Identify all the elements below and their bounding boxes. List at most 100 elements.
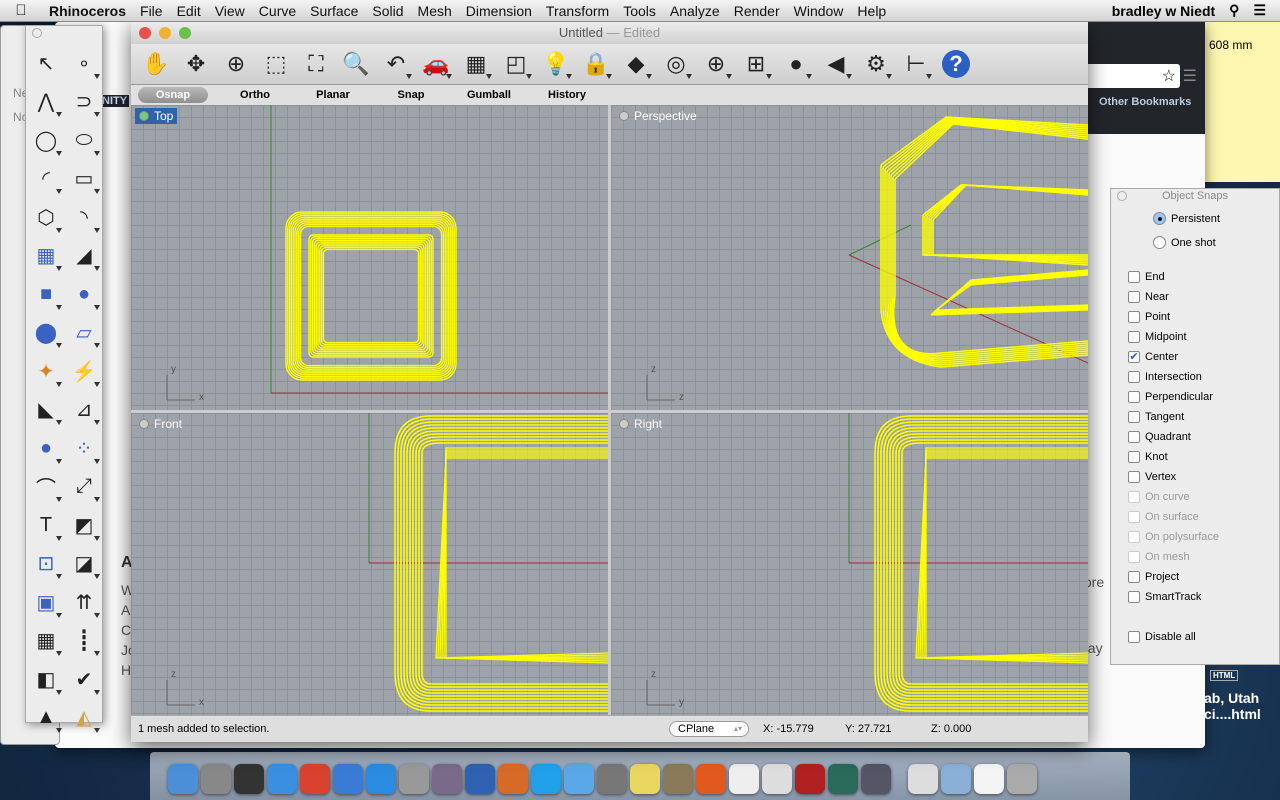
group-icon[interactable]: ⁘ [65,429,103,468]
puzzle-join-icon[interactable]: ✦ [27,352,65,391]
safari-icon[interactable] [333,764,363,794]
zoom-window-icon[interactable]: ⬚ [257,45,295,83]
cplane-icon[interactable]: ▦ [457,45,495,83]
snap-point[interactable]: Point [1128,311,1170,323]
checkbox[interactable] [1128,571,1140,583]
ellipse-icon[interactable]: ⬭ [65,121,103,160]
itunes-icon[interactable] [267,764,297,794]
viewport-front[interactable]: x z Front [131,413,608,715]
checkbox[interactable] [1128,531,1140,543]
wireframe-mesh[interactable] [611,413,1088,715]
tab-ortho[interactable]: Ortho [216,87,294,103]
explode-icon[interactable]: ⚡ [65,352,103,391]
options-gear-icon[interactable]: ⚙ [857,45,895,83]
tab-osnap[interactable]: Osnap [138,87,208,103]
menu-dimension[interactable]: Dimension [459,3,539,19]
select-arrow-icon[interactable]: ↖ [27,44,65,83]
viewport-label[interactable]: Front [135,416,186,432]
textedit-icon[interactable] [762,764,792,794]
offset-icon[interactable]: ⌒ [27,468,65,507]
tab-history[interactable]: History [528,87,606,103]
stickies-note[interactable]: 608 mm [1200,22,1280,182]
check-icon[interactable]: ✔ [65,660,103,699]
zoom-selected-icon[interactable]: 🔍 [337,45,375,83]
rectangle-icon[interactable]: ▭ [65,160,103,199]
help-icon[interactable]: ? [942,50,970,78]
skype-icon[interactable] [531,764,561,794]
checkbox[interactable] [1128,311,1140,323]
menu-tools[interactable]: Tools [616,3,663,19]
tab-planar[interactable]: Planar [294,87,372,103]
snap-knot[interactable]: Knot [1128,451,1168,463]
desktop-file[interactable]: HTML ab, Utah ci....html [1180,660,1280,750]
menu-render[interactable]: Render [727,3,787,19]
panel-close-button[interactable] [1117,191,1127,201]
snap-perpendicular[interactable]: Perpendicular [1128,391,1213,403]
viewport-top[interactable]: x y Top [131,105,608,410]
loft-icon[interactable]: ◢ [65,237,103,276]
wireframe-sphere-icon[interactable]: ⊕ [697,45,735,83]
polyline-icon[interactable]: ⋀ [27,83,65,122]
menu-surface[interactable]: Surface [303,3,365,19]
menu-view[interactable]: View [208,3,252,19]
array-grid-icon[interactable]: ⊡ [27,545,65,584]
wireframe-mesh[interactable] [131,413,608,715]
checkbox[interactable] [1128,291,1140,303]
box-icon[interactable]: ■ [27,275,65,314]
file-icon[interactable] [974,764,1004,794]
snap-intersection[interactable]: Intersection [1128,371,1202,383]
cylinder-icon[interactable]: ⬤ [27,314,65,353]
extrude-arrows-icon[interactable]: ⇈ [65,583,103,622]
snap-midpoint[interactable]: Midpoint [1128,331,1187,343]
audacity-icon[interactable] [696,764,726,794]
layers-icon[interactable]: ◆ [617,45,655,83]
calendar-icon[interactable] [729,764,759,794]
color-wheel-icon[interactable]: ◎ [657,45,695,83]
transform-icon[interactable]: ◩ [65,506,103,545]
menu-edit[interactable]: Edit [170,3,208,19]
render-sphere-icon[interactable]: ● [777,45,815,83]
shapes-icon[interactable]: ▲ [27,699,65,738]
radio-button[interactable] [1153,212,1166,225]
viewport-label[interactable]: Top [135,108,178,124]
browser-menu-icon[interactable]: ☰ [1183,66,1197,86]
snap-end[interactable]: End [1128,271,1165,283]
fillet-icon[interactable]: ◝ [65,198,103,237]
photo-booth-icon[interactable] [795,764,825,794]
solid-edit-icon[interactable]: ▣ [27,583,65,622]
checkbox[interactable] [1128,631,1140,643]
lock-icon[interactable]: 🔒 [577,45,615,83]
notification-center-icon[interactable]: ☰ [1253,2,1266,19]
solitaire-icon[interactable] [908,764,938,794]
mirror-icon[interactable]: ┋ [65,622,103,661]
apple-icon[interactable]:  [0,2,42,19]
snap-mode-persistent[interactable]: Persistent [1153,212,1220,225]
palette-close-button[interactable] [32,28,42,38]
circle-icon[interactable]: ◯ [27,121,65,160]
powerpoint-icon[interactable] [498,764,528,794]
checkbox[interactable] [1128,411,1140,423]
checkbox[interactable] [1128,391,1140,403]
checkbox[interactable] [1128,431,1140,443]
dashboard-icon[interactable] [234,764,264,794]
user-name[interactable]: bradley w Niedt [1112,3,1215,19]
tab-gumball[interactable]: Gumball [450,87,528,103]
array-icon[interactable]: ▦ [27,622,65,661]
app-store-icon[interactable] [366,764,396,794]
radio-button[interactable] [1153,236,1166,249]
checkbox[interactable] [1128,491,1140,503]
undo-view-icon[interactable]: ↶ [377,45,415,83]
flow-icon[interactable]: ◧ [27,660,65,699]
plane-icon[interactable]: ▱ [65,314,103,353]
snap-smarttrack[interactable]: SmartTrack [1128,591,1201,603]
wireframe-mesh[interactable] [131,105,608,410]
finder-icon[interactable] [168,764,198,794]
snap-tangent[interactable]: Tangent [1128,411,1184,423]
snap-near[interactable]: Near [1128,291,1169,303]
iphoto-icon[interactable] [663,764,693,794]
snap-mode-one-shot[interactable]: One shot [1153,236,1216,249]
word-icon[interactable] [465,764,495,794]
close-button[interactable] [139,27,151,39]
snap-quadrant[interactable]: Quadrant [1128,431,1191,443]
checkbox[interactable] [1128,551,1140,563]
